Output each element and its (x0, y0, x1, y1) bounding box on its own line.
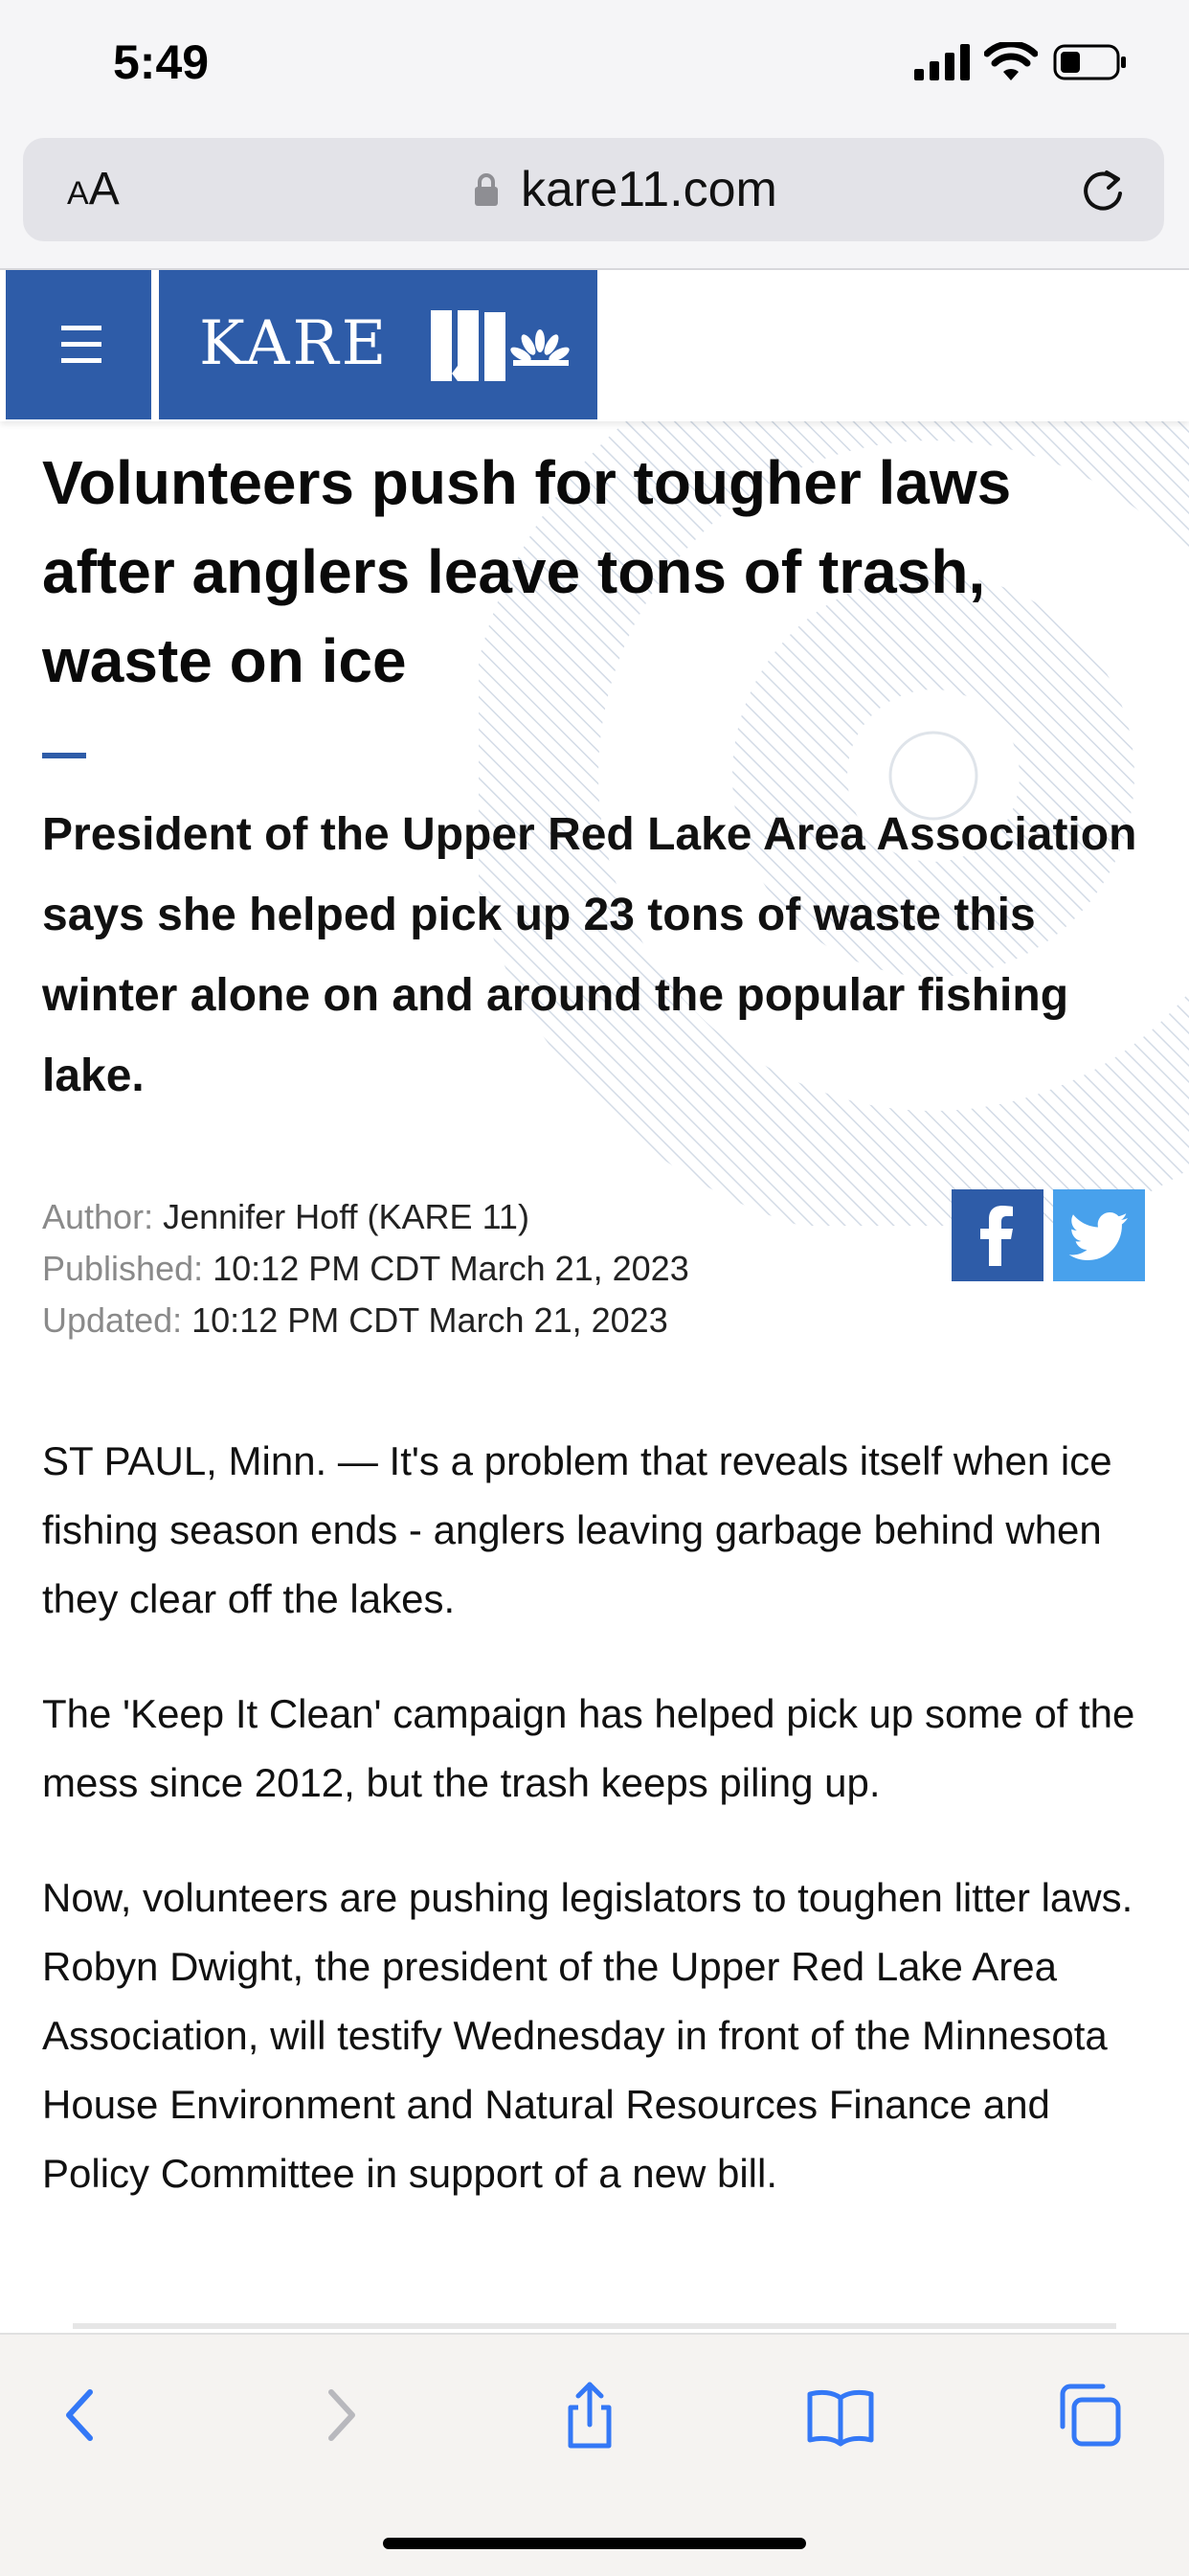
kare11-peacock-logo-icon (431, 310, 570, 381)
article-body: ST PAUL, Minn. — It's a problem that rev… (42, 1427, 1162, 2254)
wifi-icon (984, 42, 1038, 80)
site-logo[interactable]: KARE (159, 270, 597, 419)
back-icon[interactable] (44, 2377, 121, 2453)
article-paragraph: The 'Keep It Clean' campaign has helped … (42, 1691, 1135, 1805)
tabs-icon[interactable] (1051, 2377, 1128, 2453)
url-text[interactable]: kare11.com (521, 161, 777, 218)
cellular-signal-icon (914, 44, 970, 80)
forward-icon[interactable] (303, 2377, 379, 2453)
menu-bar-icon (61, 326, 101, 330)
bookmarks-icon[interactable] (802, 2377, 879, 2453)
status-time: 5:49 (113, 35, 210, 89)
text-size-button[interactable]: AA (67, 163, 120, 215)
article-subheadline: President of the Upper Red Lake Area Ass… (42, 809, 1137, 1101)
headline-divider (42, 753, 86, 758)
author-name: Jennifer Hoff (KARE 11) (163, 1197, 529, 1236)
twitter-icon (1068, 1212, 1128, 1260)
menu-bar-icon (61, 342, 101, 347)
article-headline: Volunteers push for tougher laws after a… (42, 448, 1012, 695)
author-line: Author: Jennifer Hoff (KARE 11) (42, 1197, 529, 1236)
lock-icon (475, 173, 498, 206)
facebook-icon (980, 1206, 1013, 1266)
address-bar[interactable]: AA kare11.com (23, 138, 1164, 241)
published-line: Published: 10:12 PM CDT March 21, 2023 (42, 1249, 689, 1288)
article-paragraph: Now, volunteers are pushing legislators … (42, 1875, 1133, 2196)
share-icon[interactable] (551, 2377, 628, 2453)
battery-icon (1053, 44, 1126, 80)
share-facebook-button[interactable] (952, 1189, 1043, 1281)
menu-bar-icon (61, 358, 101, 363)
site-header: KARE (0, 270, 1189, 421)
updated-line: Updated: 10:12 PM CDT March 21, 2023 (42, 1300, 668, 1340)
reload-icon[interactable] (1078, 167, 1128, 216)
status-bar: 5:49 (0, 0, 1189, 134)
article-byline: Author: Jennifer Hoff (KARE 11) Publishe… (42, 1191, 689, 1346)
updated-date: 10:12 PM CDT March 21, 2023 (191, 1300, 668, 1340)
menu-button[interactable] (6, 270, 151, 419)
share-twitter-button[interactable] (1053, 1189, 1145, 1281)
published-date: 10:12 PM CDT March 21, 2023 (213, 1249, 689, 1288)
browser-chrome: AA kare11.com (0, 134, 1189, 270)
embedded-content-edge (73, 2323, 1116, 2329)
logo-text: KARE (199, 308, 390, 379)
home-indicator[interactable] (383, 2538, 806, 2549)
article-paragraph: ST PAUL, Minn. — It's a problem that rev… (42, 1438, 1112, 1621)
